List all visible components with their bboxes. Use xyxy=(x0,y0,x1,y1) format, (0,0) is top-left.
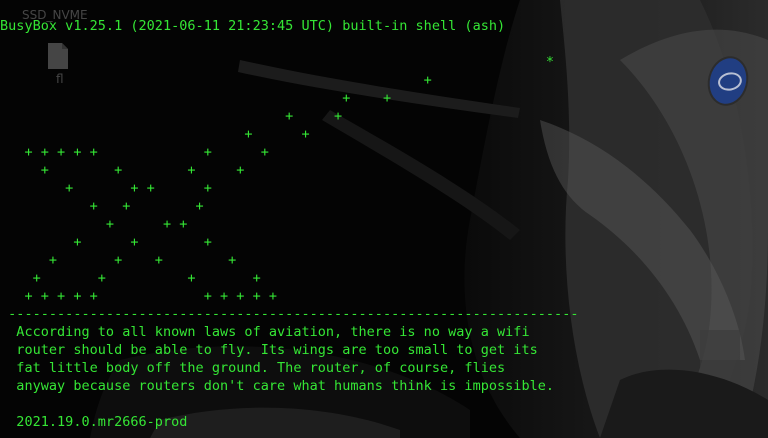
terminal-line: According to all known laws of aviation,… xyxy=(0,324,530,340)
terminal-output[interactable]: BusyBox v1.25.1 (2021-06-11 21:23:45 UTC… xyxy=(0,0,768,438)
terminal-line: ----------------------------------------… xyxy=(0,306,579,322)
terminal-line: + + xyxy=(0,126,310,142)
terminal-line: + + + + xyxy=(0,180,212,196)
terminal-line: 2021.19.0.mr2666-prod xyxy=(0,414,188,430)
terminal-line: + + + + xyxy=(0,162,245,178)
terminal-line: + xyxy=(0,72,432,88)
terminal-line: + + + + + + + xyxy=(0,144,269,160)
terminal-line: BusyBox v1.25.1 (2021-06-11 21:23:45 UTC… xyxy=(0,18,506,34)
terminal-line: + + xyxy=(0,90,392,106)
terminal-line: + + + xyxy=(0,198,204,214)
terminal-line: + + + + xyxy=(0,252,237,268)
terminal-line: + + + + + + + + + + xyxy=(0,288,278,304)
terminal-line: + + + xyxy=(0,216,188,232)
terminal-line: + + + xyxy=(0,234,212,250)
terminal-line: anyway because routers don't care what h… xyxy=(0,378,555,394)
terminal-line: + + + + xyxy=(0,270,261,286)
terminal-line: * xyxy=(0,54,555,70)
terminal-line: fat little body off the ground. The rout… xyxy=(0,360,506,376)
terminal-line: router should be able to fly. Its wings … xyxy=(0,342,538,358)
terminal-line: + + xyxy=(0,108,343,124)
